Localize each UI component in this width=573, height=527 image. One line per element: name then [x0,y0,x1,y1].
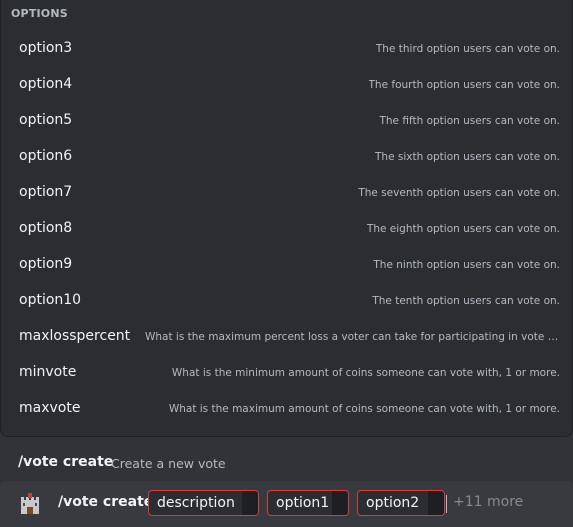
option-description: What is the maximum percent loss a voter… [145,331,560,343]
option-row-option7[interactable]: option7 The seventh option users can vot… [1,176,572,212]
option-description: What is the minimum amount of coins some… [171,367,560,379]
option-description: The fourth option users can vote on. [368,79,561,91]
option-name: option6 [19,148,73,164]
option-description: The tenth option users can vote on. [372,295,560,307]
option-row-option6[interactable]: option6 The sixth option users can vote … [1,140,572,176]
option-row-maxvote[interactable]: maxvote What is the maximum amount of co… [1,392,572,428]
option-description: The ninth option users can vote on. [373,259,560,271]
option-name: option9 [19,256,73,272]
command-name: /vote create [18,454,114,470]
option-row-option4[interactable]: option4 The fourth option users can vote… [1,68,572,104]
option-row-maxlosspercent[interactable]: maxlosspercent What is the maximum perce… [1,320,572,356]
param-label: option1 [276,495,330,511]
option-description: What is the maximum amount of coins some… [168,403,560,415]
option-name: option3 [19,40,73,56]
option-row-option9[interactable]: option9 The ninth option users can vote … [1,248,572,284]
param-value-area[interactable] [242,491,258,515]
option-name: option5 [19,112,73,128]
options-section-title: OPTIONS [11,7,68,20]
more-params-button[interactable]: +11 more [453,494,523,510]
option-name: option4 [19,76,73,92]
message-input[interactable]: /vote create description option1 option2… [0,481,573,527]
text-caret [446,495,447,513]
input-command-name: /vote create [58,494,154,510]
param-chip-option1[interactable]: option1 [267,490,349,516]
options-autocomplete-panel: OPTIONS option3 The third option users c… [0,0,573,437]
option-row-option10[interactable]: option10 The tenth option users can vote… [1,284,572,320]
option-name: minvote [19,364,77,380]
option-description: The eighth option users can vote on. [366,223,560,235]
option-description: The seventh option users can vote on. [358,187,560,199]
param-chip-option2[interactable]: option2 [357,490,445,516]
option-description: The fifth option users can vote on. [379,115,560,127]
option-description: The third option users can vote on. [375,43,560,55]
option-description: The sixth option users can vote on. [375,151,560,163]
option-name: maxvote [19,400,81,416]
castle-icon [21,493,39,514]
option-row-option3[interactable]: option3 The third option users can vote … [1,32,572,68]
option-name: option8 [19,220,73,236]
command-description: Create a new vote [111,456,226,471]
param-label: option2 [366,495,420,511]
option-name: option7 [19,184,73,200]
option-name: maxlosspercent [19,328,131,344]
option-row-minvote[interactable]: minvote What is the minimum amount of co… [1,356,572,392]
param-value-area[interactable] [332,491,348,515]
param-value-area[interactable] [428,491,444,515]
option-row-option5[interactable]: option5 The fifth option users can vote … [1,104,572,140]
option-row-option8[interactable]: option8 The eighth option users can vote… [1,212,572,248]
option-name: option10 [19,292,82,308]
param-label: description [157,495,235,511]
param-chip-description[interactable]: description [148,490,259,516]
command-header: /vote create Create a new vote [0,444,573,484]
